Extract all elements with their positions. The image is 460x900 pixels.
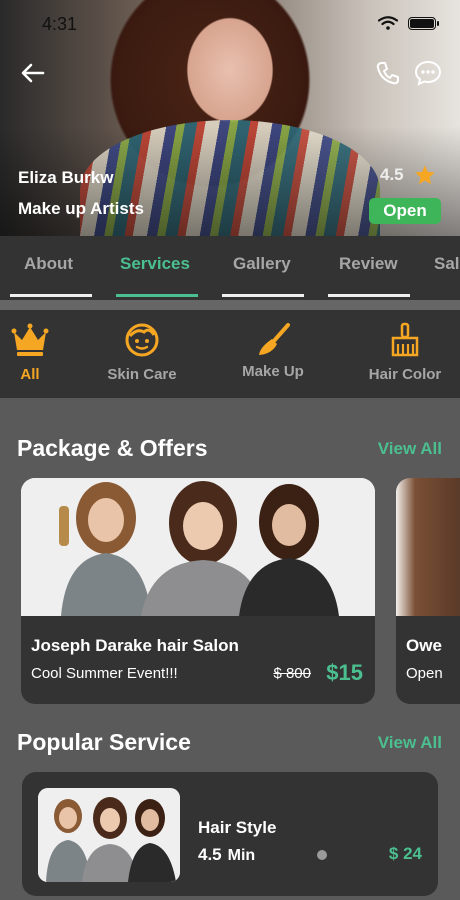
package-subtitle: Open [406,665,443,682]
tab-about[interactable]: About [24,254,73,274]
category-make-up[interactable]: Make Up [218,310,328,398]
crown-icon [11,323,49,356]
status-time: 4:31 [42,14,78,34]
service-thumbnail [38,788,180,882]
tab-underline-active [116,294,198,297]
makeup-brush-icon [259,323,290,355]
hair-brush-icon [391,322,419,357]
package-name: Joseph Darake hair Salon [31,636,239,655]
package-old-price: $ 800 [273,665,311,682]
package-photo [396,478,460,616]
package-subtitle: Cool Summer Event!!! [31,665,178,682]
service-name: Hair Style [198,818,277,837]
salon-team-image [21,478,375,616]
service-price: $ 24 [388,844,422,863]
separator-dot [317,850,327,860]
category-hair-color[interactable]: Hair Color [350,310,460,398]
category-bar: All Skin Care Make Up Hair Color [0,310,460,398]
duration-unit: Min [227,847,256,864]
back-arrow-icon[interactable] [20,60,46,86]
tab-salon[interactable]: Sal [434,254,460,274]
service-duration: 4.5 Min [198,845,255,865]
section-title-popular: Popular Service [17,729,191,755]
tab-gallery[interactable]: Gallery [233,254,291,274]
tab-underline [10,294,92,297]
category-label: Hair Color [368,366,442,383]
salon-team-image [38,788,180,882]
service-item[interactable]: Hair Style 4.5 Min $ 24 [22,772,438,896]
profile-header: 4:31 Eliza Burkw Make up Artists 4.5 Ope… [0,0,460,236]
profile-tabs: About Services Gallery Review Sal [0,236,460,300]
package-name: Owe [406,636,442,655]
category-label: All [20,366,40,383]
package-photo [21,478,375,616]
tab-services[interactable]: Services [120,254,190,274]
category-label: Make Up [242,363,304,380]
section-title-packages: Package & Offers [17,435,208,461]
wifi-icon [378,16,398,30]
star-icon [414,165,435,185]
chat-icon[interactable] [413,59,443,87]
category-skin-care[interactable]: Skin Care [87,310,197,398]
status-icons [378,16,439,30]
profile-rating: 4.5 [380,164,436,186]
profile-name: Eliza Burkw [18,168,114,187]
open-status-badge: Open [369,198,441,224]
service-rating: 4.5 [198,845,222,864]
package-card[interactable]: Owe Open [396,478,460,704]
divider [0,300,460,310]
view-all-packages-link[interactable]: View All [378,439,442,459]
face-icon [125,323,159,357]
tab-review[interactable]: Review [339,254,398,274]
profile-role: Make up Artists [18,199,144,218]
tab-underline [328,294,410,297]
battery-icon [408,16,439,30]
view-all-popular-link[interactable]: View All [378,733,442,753]
package-card[interactable]: Joseph Darake hair Salon Cool Summer Eve… [21,478,375,704]
package-new-price: $15 [326,660,363,685]
category-all[interactable]: All [0,310,85,398]
phone-icon[interactable] [375,60,401,86]
rating-value: 4.5 [380,165,404,184]
tab-underline [222,294,304,297]
category-label: Skin Care [107,366,177,383]
